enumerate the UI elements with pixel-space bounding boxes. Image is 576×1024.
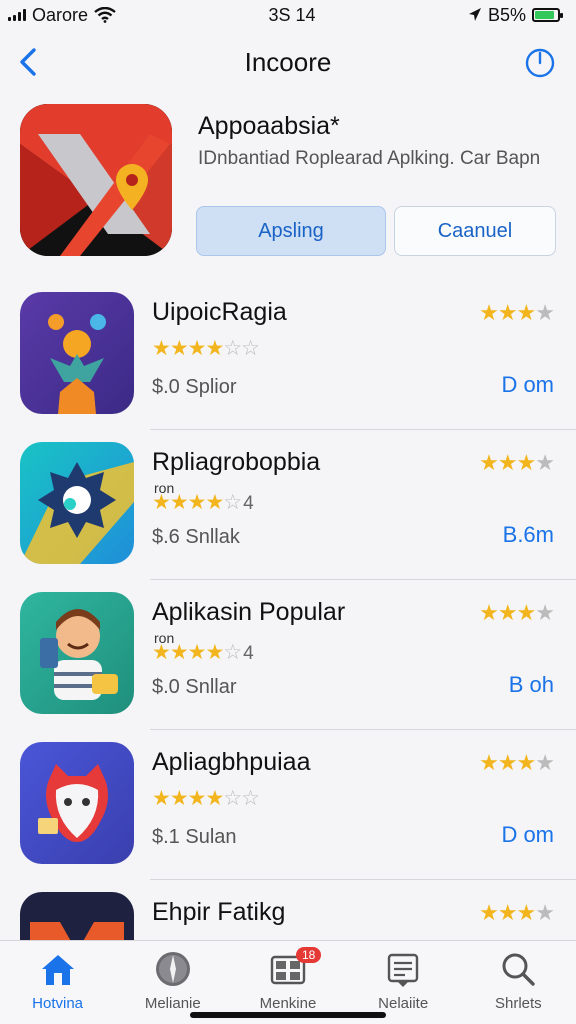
cancel-button[interactable]: Caanuel xyxy=(394,206,556,256)
app-icon xyxy=(20,742,134,864)
app-icon xyxy=(20,592,134,714)
battery-level xyxy=(534,11,554,19)
app-rating: ★★★★ xyxy=(479,300,555,325)
search-icon xyxy=(502,953,536,986)
location-icon xyxy=(468,8,481,21)
notification-badge: 18 xyxy=(295,947,322,963)
tab-label: Hotvina xyxy=(32,995,84,1012)
power-icon[interactable] xyxy=(522,44,558,80)
status-time: 3S 14 xyxy=(268,4,316,25)
apply-button[interactable]: Apsling xyxy=(196,206,386,256)
home-icon xyxy=(41,955,74,985)
list-item[interactable]: Aplikasin Popular ron ★★★★☆ 4 $.0 Snllar … xyxy=(0,580,576,730)
app-icon xyxy=(20,292,134,414)
app-size[interactable]: B oh xyxy=(509,672,554,698)
status-bar: Oarore 3S 14 B5% xyxy=(0,0,576,30)
app-rating: ★★★★ xyxy=(479,900,555,925)
app-stars: ★★★★☆☆ xyxy=(152,337,260,360)
app-name: Rpliagrobopbia xyxy=(152,448,321,476)
app-price: $.0 Splior xyxy=(152,376,237,398)
tab-apps[interactable]: 18 Menkine xyxy=(238,947,338,1012)
app-size[interactable]: D om xyxy=(501,372,554,398)
app-rating: ★★★★ xyxy=(479,750,555,775)
signal-icon xyxy=(8,9,26,21)
app-name: Apliagbhpuiaa xyxy=(152,748,311,776)
app-rating: ★★★★ xyxy=(479,600,555,625)
app-price: $.1 Sulan xyxy=(152,826,237,848)
app-price: $.6 Snllak xyxy=(152,526,240,548)
tab-search[interactable]: Shrlets xyxy=(468,949,568,1012)
document-icon xyxy=(387,953,419,987)
battery-percent: B5% xyxy=(487,4,526,25)
tab-home[interactable]: Hotvina xyxy=(8,949,108,1012)
app-rating: ★★★★ xyxy=(479,450,555,475)
carrier-label: Oarore xyxy=(32,4,89,25)
status-right: B5% xyxy=(468,4,563,26)
list-item[interactable]: UipoicRagia ★★★★☆☆ $.0 Splior ★★★★ D om xyxy=(0,280,576,430)
app-stars: ★★★★☆ 4 xyxy=(152,491,254,514)
tab-label: Nelaiite xyxy=(378,995,429,1012)
app-name: Ehpir Fatikg xyxy=(152,898,286,926)
app-size[interactable]: D om xyxy=(501,822,554,848)
app-list: UipoicRagia ★★★★☆☆ $.0 Splior ★★★★ D om … xyxy=(0,280,576,1024)
app-price: $.0 Snllar xyxy=(152,676,237,698)
battery-icon xyxy=(531,8,563,22)
app-size[interactable]: B.6m xyxy=(503,522,554,548)
nav-bar: Incoore xyxy=(0,36,576,88)
list-item[interactable]: Apliagbhpuiaa ★★★★☆☆ $.1 Sulan ★★★★ D om xyxy=(0,730,576,880)
wifi-icon xyxy=(94,7,116,23)
tab-explore[interactable]: Melianie xyxy=(123,949,223,1012)
status-left: Oarore xyxy=(8,5,116,26)
featured-app-icon[interactable] xyxy=(20,104,172,256)
app-name: Aplikasin Popular xyxy=(152,598,346,626)
compass-icon xyxy=(155,952,190,986)
app-name: UipoicRagia xyxy=(152,298,287,326)
home-indicator xyxy=(190,1012,386,1018)
tab-label: Shrlets xyxy=(495,995,542,1012)
featured-app-title: Appoaabsia* xyxy=(198,112,340,140)
featured-app: Appoaabsia* IDnbantiad Roplearad Aplking… xyxy=(20,100,560,270)
list-item[interactable]: Rpliagrobopbia ron ★★★★☆ 4 $.6 Snllak ★★★… xyxy=(0,430,576,580)
tab-label: Melianie xyxy=(144,995,201,1012)
tab-updates[interactable]: Nelaiite xyxy=(353,949,453,1012)
chevron-left-icon[interactable] xyxy=(12,44,48,80)
tab-label: Menkine xyxy=(259,995,317,1012)
page-title: Incoore xyxy=(244,46,332,77)
app-stars: ★★★★☆☆ xyxy=(152,787,260,810)
app-icon xyxy=(20,442,134,564)
app-stars: ★★★★☆ 4 xyxy=(152,641,254,664)
featured-app-description: IDnbantiad Roplearad Aplking. Car Bapn xyxy=(198,148,541,169)
